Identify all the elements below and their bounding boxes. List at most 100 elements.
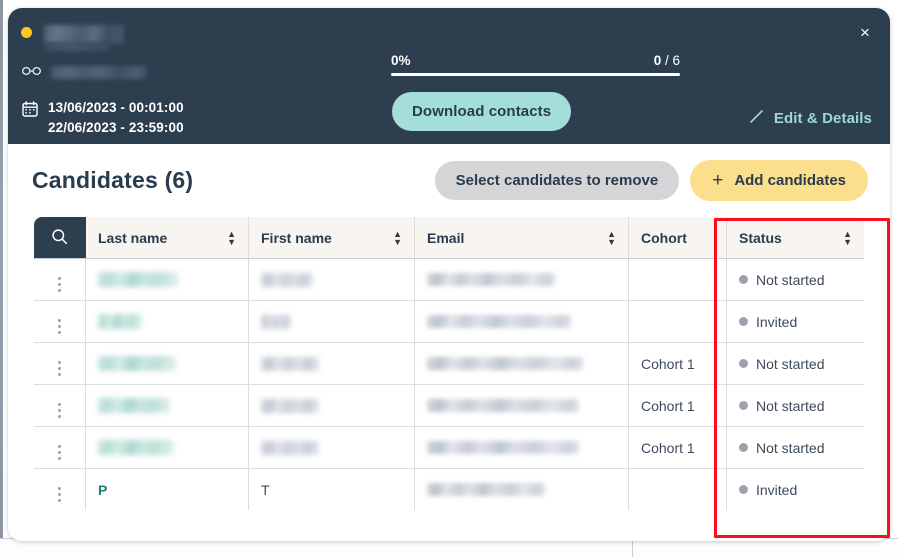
- cell-email: [414, 468, 629, 510]
- column-header-last-name-label: Last name: [98, 229, 168, 246]
- cell-first-name: [248, 300, 415, 343]
- sort-icon-email[interactable]: ▲ ▼: [607, 229, 616, 246]
- cell-email: [414, 300, 629, 343]
- background-edge-strip: [0, 0, 3, 557]
- email-redacted: [427, 483, 545, 496]
- modal-header: 13/06/2023 - 00:01:00 22/06/2023 - 23:59…: [8, 8, 890, 144]
- table-row[interactable]: Invited: [34, 300, 864, 343]
- cell-first-name: [248, 426, 415, 469]
- progress-separator: /: [661, 53, 673, 68]
- sort-icon-first-name[interactable]: ▲ ▼: [393, 229, 402, 246]
- status-label: Invited: [756, 313, 798, 330]
- sort-icon-last-name[interactable]: ▲ ▼: [227, 229, 236, 246]
- plus-icon: +: [712, 169, 724, 191]
- reviewer-row: [22, 63, 147, 81]
- kebab-menu-icon[interactable]: [58, 403, 61, 418]
- progress-count: 0 / 6: [654, 53, 680, 68]
- sort-icon-status[interactable]: ▲ ▼: [843, 229, 852, 246]
- table-row[interactable]: Cohort 1 Not started: [34, 342, 864, 385]
- cell-cohort: [628, 468, 727, 510]
- row-menu-cell[interactable]: [34, 258, 86, 301]
- cell-last-name: [85, 258, 249, 301]
- last-name-redacted: [98, 398, 170, 413]
- download-contacts-button[interactable]: Download contacts: [392, 92, 572, 131]
- row-menu-cell[interactable]: [34, 426, 86, 469]
- row-menu-cell[interactable]: [34, 384, 86, 427]
- campaign-status-indicator-icon: [21, 27, 32, 38]
- column-header-first-name[interactable]: First name ▲ ▼: [248, 217, 415, 259]
- cell-cohort: Cohort 1: [628, 426, 727, 469]
- first-name-redacted: [261, 272, 313, 287]
- pencil-icon: [748, 108, 765, 129]
- status-dot-icon: [739, 401, 748, 410]
- column-header-email[interactable]: Email ▲ ▼: [414, 217, 629, 259]
- cell-email: [414, 258, 629, 301]
- table-row[interactable]: Cohort 1 Not started: [34, 426, 864, 469]
- cell-cohort: Cohort 1: [628, 342, 727, 385]
- first-name-redacted: [261, 356, 319, 371]
- cell-last-name: [85, 384, 249, 427]
- cell-cohort: Cohort 1: [628, 384, 727, 427]
- add-candidates-button[interactable]: + Add candidates: [690, 159, 868, 201]
- table-row[interactable]: P T Invited: [34, 468, 865, 511]
- background-column-divider-1: [632, 539, 633, 557]
- edit-and-details-link[interactable]: Edit & Details: [748, 108, 872, 129]
- column-header-status[interactable]: Status ▲ ▼: [726, 217, 864, 259]
- last-name-redacted: [98, 314, 142, 329]
- column-header-cohort-label: Cohort: [641, 229, 687, 246]
- campaign-date-range: 13/06/2023 - 00:01:00 22/06/2023 - 23:59…: [48, 98, 184, 137]
- row-menu-cell[interactable]: [34, 342, 86, 385]
- column-header-last-name[interactable]: Last name ▲ ▼: [85, 217, 249, 259]
- close-button[interactable]: ×: [852, 19, 878, 45]
- first-name-value: T: [261, 481, 270, 498]
- table-row[interactable]: Cohort 1 Not started: [34, 384, 864, 427]
- table-row[interactable]: Not started: [34, 258, 864, 301]
- calendar-icon: [22, 101, 38, 122]
- kebab-menu-icon[interactable]: [58, 445, 61, 460]
- search-header-cell[interactable]: [34, 217, 86, 259]
- table-head: Last name ▲ ▼ First name ▲ ▼ Email ▲ ▼ C…: [34, 217, 864, 259]
- cell-email: [414, 426, 629, 469]
- column-header-cohort[interactable]: Cohort: [628, 217, 727, 259]
- cell-last-name: [85, 300, 249, 343]
- column-header-email-label: Email: [427, 229, 465, 246]
- row-menu-cell[interactable]: [34, 300, 86, 343]
- cell-email: [414, 342, 629, 385]
- cell-status: Not started: [726, 426, 864, 469]
- cell-first-name: [248, 342, 415, 385]
- cell-last-name: [85, 342, 249, 385]
- cell-first-name: T: [248, 468, 415, 510]
- add-candidates-label: Add candidates: [734, 171, 846, 189]
- candidates-table: Last name ▲ ▼ First name ▲ ▼ Email ▲ ▼ C…: [33, 216, 865, 511]
- first-name-redacted: [261, 398, 319, 413]
- status-label: Not started: [756, 271, 825, 288]
- kebab-menu-icon[interactable]: [58, 487, 61, 502]
- select-candidates-to-remove-button[interactable]: Select candidates to remove: [434, 160, 680, 200]
- cell-email: [414, 384, 629, 427]
- search-icon[interactable]: [51, 228, 68, 248]
- candidates-toolbar: Candidates (6) Select candidates to remo…: [24, 144, 874, 216]
- last-name-value: P: [98, 481, 108, 498]
- status-dot-icon: [739, 275, 748, 284]
- email-redacted: [427, 357, 583, 370]
- cell-status: Invited: [727, 469, 865, 511]
- cell-last-name: P: [85, 468, 249, 510]
- kebab-menu-icon[interactable]: [58, 277, 61, 292]
- kebab-menu-icon[interactable]: [58, 361, 61, 376]
- date-end: 22/06/2023 - 23:59:00: [48, 119, 184, 135]
- status-label: Not started: [756, 355, 825, 372]
- progress-bar-track: [391, 73, 680, 76]
- cell-cohort: [628, 300, 727, 343]
- cell-first-name: [248, 384, 415, 427]
- email-redacted: [427, 441, 579, 454]
- first-name-redacted: [261, 440, 319, 455]
- cell-status: Not started: [726, 258, 864, 301]
- kebab-menu-icon[interactable]: [58, 319, 61, 334]
- cell-status: Invited: [726, 300, 864, 343]
- status-label: Invited: [756, 481, 798, 498]
- table-header-row: Last name ▲ ▼ First name ▲ ▼ Email ▲ ▼ C…: [34, 217, 864, 259]
- campaign-subtitle-redacted: [44, 42, 110, 51]
- row-menu-cell[interactable]: [34, 468, 86, 510]
- cell-status: Not started: [726, 384, 864, 427]
- last-name-redacted: [98, 356, 176, 371]
